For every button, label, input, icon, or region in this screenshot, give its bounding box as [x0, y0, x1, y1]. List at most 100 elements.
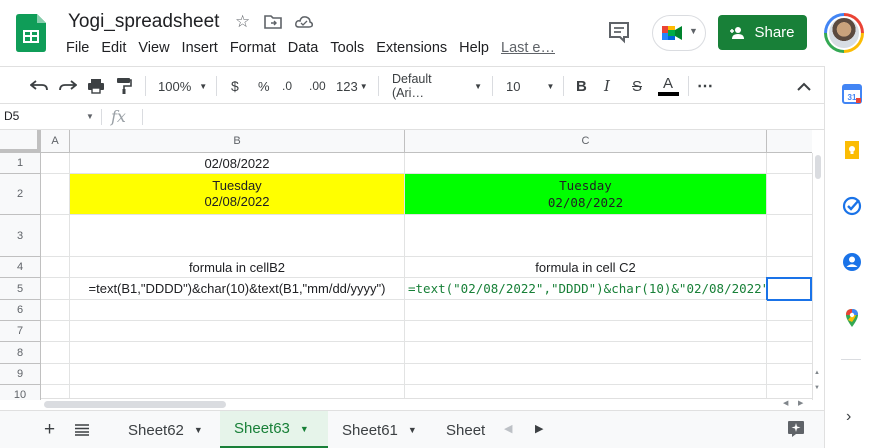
contacts-icon[interactable]: [842, 252, 862, 272]
zoom-select[interactable]: 100% ▼: [158, 67, 207, 105]
document-title[interactable]: Yogi_spreadsheet: [68, 11, 219, 33]
row-header-9[interactable]: 9: [0, 364, 41, 385]
cell-b2[interactable]: Tuesday 02/08/2022: [70, 174, 405, 215]
menu-format[interactable]: Format: [230, 40, 276, 56]
cell-b7[interactable]: [70, 321, 405, 342]
strikethrough-button[interactable]: S: [632, 67, 642, 105]
cloud-saved-icon[interactable]: [295, 15, 313, 29]
cell-c5[interactable]: =text("02/08/2022","DDDD")&char(10)&"02/…: [405, 278, 769, 300]
vertical-scrollbar[interactable]: [812, 153, 824, 400]
row-header-8[interactable]: 8: [0, 342, 41, 364]
add-sheet-icon[interactable]: +: [44, 419, 55, 441]
column-header-a[interactable]: A: [41, 130, 70, 153]
calendar-icon[interactable]: 31: [842, 84, 862, 104]
cell-a2[interactable]: [41, 174, 70, 215]
cell-d2[interactable]: [767, 174, 812, 215]
all-sheets-list-icon[interactable]: [75, 424, 89, 436]
maps-icon[interactable]: [842, 308, 862, 328]
cell-d3[interactable]: [767, 215, 812, 257]
sheet-tab-sheet63[interactable]: Sheet63 ▼: [220, 411, 328, 448]
cell-c2[interactable]: Tuesday 02/08/2022: [405, 174, 767, 215]
more-options-icon[interactable]: ⋯: [697, 67, 713, 105]
italic-button[interactable]: I: [604, 67, 610, 105]
cell-b9[interactable]: [70, 364, 405, 385]
currency-format-button[interactable]: $: [231, 67, 239, 105]
cell-c6[interactable]: [405, 300, 767, 321]
increase-decimal-button[interactable]: .00: [309, 67, 326, 105]
cell-d7[interactable]: [767, 321, 812, 342]
cell-a6[interactable]: [41, 300, 70, 321]
scroll-tabs-right-icon[interactable]: ▶: [535, 422, 543, 435]
column-header-c[interactable]: C: [405, 130, 767, 153]
print-icon[interactable]: [87, 67, 105, 105]
scroll-down-arrow-icon[interactable]: ▼: [814, 385, 820, 391]
cell-a3[interactable]: [41, 215, 70, 257]
cell-d5-selected[interactable]: [766, 277, 812, 301]
row-header-4[interactable]: 4: [0, 257, 41, 278]
collapse-menus-icon[interactable]: [797, 67, 811, 105]
decrease-decimal-button[interactable]: .0: [282, 67, 292, 105]
menu-tools[interactable]: Tools: [330, 40, 364, 56]
menu-file[interactable]: File: [66, 40, 89, 56]
cell-c7[interactable]: [405, 321, 767, 342]
cell-a4[interactable]: [41, 257, 70, 278]
scroll-left-arrow-icon[interactable]: ◀: [783, 399, 788, 407]
keep-notes-icon[interactable]: [842, 140, 862, 160]
menu-extensions[interactable]: Extensions: [376, 40, 447, 56]
sheet-tab-sheet62[interactable]: Sheet62 ▼: [114, 411, 218, 448]
menu-insert[interactable]: Insert: [182, 40, 218, 56]
account-avatar[interactable]: [824, 13, 864, 53]
menu-data[interactable]: Data: [288, 40, 319, 56]
cell-c8[interactable]: [405, 342, 767, 364]
cell-c3[interactable]: [405, 215, 767, 257]
share-button[interactable]: Share: [718, 15, 807, 50]
font-size-select[interactable]: 10 ▼: [506, 67, 556, 105]
sheets-logo-icon[interactable]: [16, 14, 46, 52]
menu-help[interactable]: Help: [459, 40, 489, 56]
chevron-down-icon[interactable]: ▼: [86, 112, 94, 121]
vertical-scroll-thumb[interactable]: [815, 155, 821, 179]
text-color-button[interactable]: A: [657, 67, 679, 105]
formula-input[interactable]: [150, 109, 810, 125]
cell-a1[interactable]: [41, 153, 70, 174]
bold-button[interactable]: B: [576, 67, 587, 105]
cell-d1[interactable]: [767, 153, 812, 174]
redo-icon[interactable]: [59, 67, 77, 105]
sheet-tab-sheet61[interactable]: Sheet61 ▼: [328, 411, 432, 448]
cell-c4[interactable]: formula in cell C2: [405, 257, 767, 278]
scroll-tabs-left-icon[interactable]: ◀: [504, 422, 512, 435]
last-edit-link[interactable]: Last e…: [501, 40, 555, 56]
row-header-1[interactable]: 1: [0, 153, 41, 174]
scroll-up-arrow-icon[interactable]: ▲: [814, 370, 820, 376]
meet-button[interactable]: ▼: [652, 15, 706, 51]
menu-view[interactable]: View: [138, 40, 169, 56]
column-header-b[interactable]: B: [70, 130, 405, 153]
number-format-select[interactable]: 123 ▼: [336, 67, 368, 105]
column-header-d[interactable]: [767, 130, 812, 153]
horizontal-scroll-thumb[interactable]: [44, 401, 226, 408]
scroll-right-arrow-icon[interactable]: ▶: [798, 399, 803, 407]
row-header-10[interactable]: 10: [0, 385, 41, 400]
row-header-3[interactable]: 3: [0, 215, 41, 257]
cell-d9[interactable]: [767, 364, 812, 385]
move-folder-icon[interactable]: [264, 15, 282, 29]
cell-d6[interactable]: [767, 300, 812, 321]
cell-c1[interactable]: [405, 153, 767, 174]
name-box[interactable]: D5: [4, 109, 19, 123]
menu-edit[interactable]: Edit: [101, 40, 126, 56]
cell-a8[interactable]: [41, 342, 70, 364]
explore-icon[interactable]: [787, 420, 805, 438]
row-header-7[interactable]: 7: [0, 321, 41, 342]
cell-a7[interactable]: [41, 321, 70, 342]
cell-c9[interactable]: [405, 364, 767, 385]
cell-b6[interactable]: [70, 300, 405, 321]
cell-b3[interactable]: [70, 215, 405, 257]
comment-history-icon[interactable]: [606, 20, 632, 44]
cell-d8[interactable]: [767, 342, 812, 364]
cell-b5[interactable]: =text(B1,"DDDD")&char(10)&text(B1,"mm/dd…: [70, 278, 405, 300]
select-all-corner[interactable]: [0, 130, 41, 153]
star-icon[interactable]: ☆: [235, 12, 250, 32]
row-header-5[interactable]: 5: [0, 278, 41, 300]
undo-icon[interactable]: [30, 67, 48, 105]
cell-a5[interactable]: [41, 278, 70, 300]
